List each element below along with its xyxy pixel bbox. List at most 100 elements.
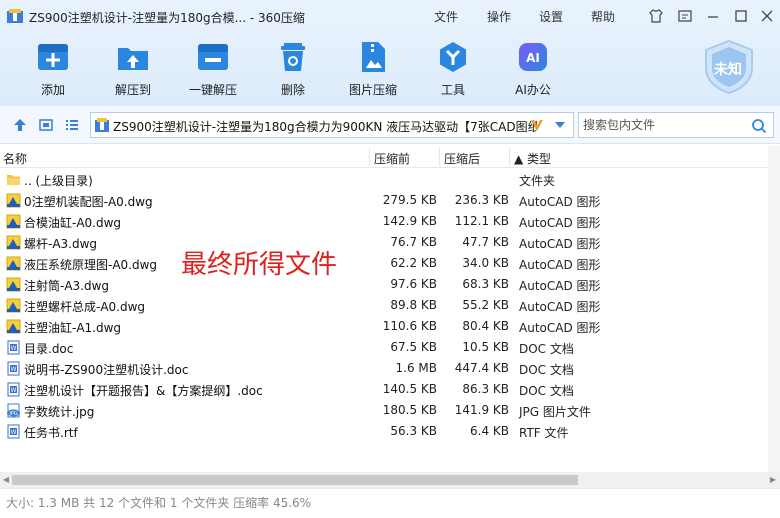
close-icon[interactable]: [759, 8, 775, 24]
file-type: DOC 文档: [519, 363, 574, 377]
doc-file-icon: W: [7, 361, 20, 376]
one-click-extract-button[interactable]: 一键解压: [183, 40, 243, 100]
scroll-thumb[interactable]: [12, 475, 578, 485]
file-type: AutoCAD 图形: [519, 300, 601, 314]
file-row[interactable]: JPG 字数统计.jpg 180.5 KB 141.9 KB JPG 图片文件: [0, 400, 780, 421]
file-row[interactable]: 螺杆-A3.dwg 76.7 KB 47.7 KB AutoCAD 图形: [0, 232, 780, 253]
file-row[interactable]: 注射筒-A3.dwg 97.6 KB 68.3 KB AutoCAD 图形: [0, 274, 780, 295]
skin-shirt-icon[interactable]: [648, 8, 664, 24]
window-title: ZS900注塑机设计-注塑量为180g合模... - 360压缩: [29, 11, 305, 25]
file-size-after: 447.4 KB: [454, 361, 509, 375]
folder-icon: [7, 175, 20, 185]
file-name: 注塑螺杆总成-A0.dwg: [24, 300, 146, 314]
add-icon: [38, 44, 68, 70]
image-compress-button[interactable]: 图片压缩: [343, 40, 403, 100]
menu-settings[interactable]: 设置: [539, 8, 563, 25]
file-row[interactable]: W 说明书-ZS900注塑机设计.doc 1.6 MB 447.4 KB DOC 文档: [0, 358, 780, 379]
one-click-extract-label: 一键解压: [188, 83, 237, 97]
archive-logo-icon: [7, 9, 23, 23]
file-size-after: 10.5 KB: [462, 340, 509, 354]
up-arrow-icon[interactable]: [12, 117, 28, 133]
menu-file[interactable]: 文件: [434, 8, 458, 25]
scroll-right-icon[interactable]: ▶: [768, 475, 778, 485]
path-field[interactable]: ZS900注塑机设计-注塑量为180g合模力为900KN 液压马达驱动【7张CA…: [90, 112, 574, 138]
file-size-after: 141.9 KB: [454, 403, 509, 417]
column-compressed[interactable]: 压缩前: [374, 150, 410, 167]
file-type: AutoCAD 图形: [519, 321, 601, 335]
extract-to-button[interactable]: 解压到: [103, 40, 163, 100]
delete-label: 删除: [280, 83, 305, 97]
file-row[interactable]: W 注塑机设计【开题报告】&【方案提纲】.doc 140.5 KB 86.3 KB DO…: [0, 379, 780, 400]
vertical-scrollbar[interactable]: [768, 146, 780, 472]
chevron-down-icon[interactable]: [553, 119, 567, 131]
search-field[interactable]: [578, 112, 774, 138]
rtf-file-icon: W: [7, 424, 20, 439]
search-icon[interactable]: [751, 118, 767, 134]
add-button[interactable]: 添加: [23, 40, 83, 100]
dwg-file-icon: [6, 214, 21, 229]
file-name: 目录.doc: [24, 342, 74, 356]
search-input[interactable]: [583, 116, 743, 134]
file-size-after: 86.3 KB: [462, 382, 509, 396]
column-divider[interactable]: [369, 148, 370, 166]
status-bar: 大小: 1.3 MB 共 12 个文件和 1 个文件夹 压缩率 45.6%: [0, 488, 780, 518]
file-name: 任务书.rtf: [24, 426, 78, 440]
badge-label: 未知: [714, 62, 742, 78]
column-divider[interactable]: [439, 148, 440, 166]
ai-office-button[interactable]: AI AI办公: [503, 40, 563, 100]
add-label: 添加: [40, 83, 65, 97]
file-type: DOC 文档: [519, 384, 574, 398]
file-row[interactable]: 合模油缸-A0.dwg 142.9 KB 112.1 KB AutoCAD 图形: [0, 211, 780, 232]
file-row[interactable]: 注塑螺杆总成-A0.dwg 89.8 KB 55.2 KB AutoCAD 图形: [0, 295, 780, 316]
thumbnail-view-icon[interactable]: [38, 117, 54, 133]
file-size-before: 140.5 KB: [382, 382, 437, 396]
file-name: 合模油缸-A0.dwg: [24, 216, 122, 230]
file-row[interactable]: W 任务书.rtf 56.3 KB 6.4 KB RTF 文件: [0, 421, 780, 442]
file-row[interactable]: 0注塑机装配图-A0.dwg 279.5 KB 236.3 KB AutoCAD 图形: [0, 190, 780, 211]
list-view-icon[interactable]: [64, 117, 80, 133]
file-size-before: 1.6 MB: [395, 361, 437, 375]
svg-text:W: W: [11, 345, 17, 352]
one-click-extract-icon: [198, 44, 228, 70]
file-name: 0注塑机装配图-A0.dwg: [24, 195, 153, 209]
svg-text:JPG: JPG: [8, 411, 17, 417]
column-type[interactable]: ▲ 类型: [514, 150, 551, 167]
file-name: 字数统计.jpg: [24, 405, 95, 419]
horizontal-scrollbar[interactable]: ◀ ▶: [0, 472, 780, 488]
file-size-before: 110.6 KB: [382, 319, 437, 333]
dwg-file-icon: [6, 298, 21, 313]
file-size-before: 279.5 KB: [382, 193, 437, 207]
menu-help[interactable]: 帮助: [591, 8, 615, 25]
file-name: 注塑油缸-A1.dwg: [24, 321, 122, 335]
file-row[interactable]: .. (上级目录) 文件夹: [0, 169, 780, 190]
list-header: 名称 压缩前 压缩后 ▲ 类型: [0, 146, 780, 168]
maximize-icon[interactable]: [733, 8, 749, 24]
file-type: AutoCAD 图形: [519, 258, 601, 272]
dwg-file-icon: [6, 235, 21, 250]
file-size-after: 236.3 KB: [454, 193, 509, 207]
file-type: RTF 文件: [519, 426, 569, 440]
file-size-before: 180.5 KB: [382, 403, 437, 417]
menu-operation[interactable]: 操作: [487, 8, 511, 25]
scroll-left-icon[interactable]: ◀: [1, 475, 11, 485]
tools-button[interactable]: 工具: [423, 40, 483, 100]
delete-button[interactable]: 删除: [263, 40, 323, 100]
file-type: DOC 文档: [519, 342, 574, 356]
file-size-before: 76.7 KB: [390, 235, 437, 249]
feedback-icon[interactable]: [677, 8, 693, 24]
ai-office-icon: AI: [519, 43, 547, 71]
tools-icon: [440, 42, 466, 72]
column-after[interactable]: 压缩后: [444, 150, 480, 167]
file-row[interactable]: 注塑油缸-A1.dwg 110.6 KB 80.4 KB AutoCAD 图形: [0, 316, 780, 337]
column-divider[interactable]: [509, 148, 510, 166]
file-name: .. (上级目录): [24, 174, 93, 188]
file-size-before: 89.8 KB: [390, 298, 437, 312]
ai-office-label: AI办公: [515, 83, 551, 97]
file-row[interactable]: W 目录.doc 67.5 KB 10.5 KB DOC 文档: [0, 337, 780, 358]
file-row[interactable]: 液压系统原理图-A0.dwg 62.2 KB 34.0 KB AutoCAD 图形: [0, 253, 780, 274]
minimize-icon[interactable]: [705, 8, 721, 24]
file-size-before: 67.5 KB: [390, 340, 437, 354]
file-size-before: 97.6 KB: [390, 277, 437, 291]
column-name[interactable]: 名称: [3, 150, 27, 167]
file-type: AutoCAD 图形: [519, 237, 601, 251]
